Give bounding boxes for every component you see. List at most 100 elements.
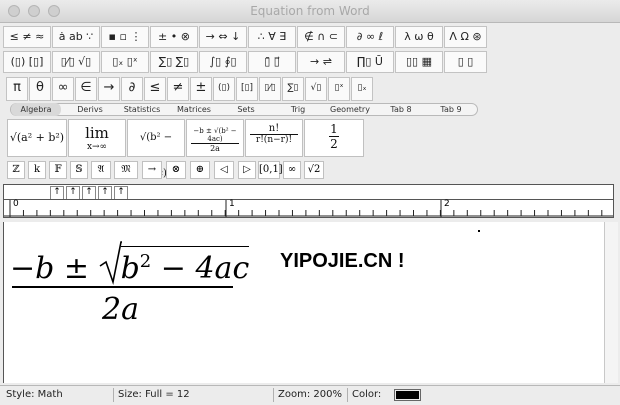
otimes-button[interactable]: ⊗	[166, 161, 186, 179]
vertical-scrollbar[interactable]	[604, 222, 618, 383]
integers-symbol-button[interactable]: ℤ	[7, 161, 25, 179]
fraction-bar	[12, 286, 233, 288]
tab-stop-center-button[interactable]: ↑	[66, 186, 80, 200]
limit-subscript: x→∞	[86, 142, 108, 152]
operators-palette-button[interactable]: ± • ⊗	[150, 26, 198, 48]
equation-plus-minus: ±	[63, 251, 90, 286]
greek-upper-palette-button[interactable]: Λ Ω ⊛	[444, 26, 487, 48]
ruler-minor-ticks	[9, 210, 603, 216]
radical-sign-icon	[99, 241, 122, 286]
equation-editor[interactable]: −b ± b2 − 4ac 2a YIPOJIE.CN !	[3, 222, 604, 383]
integrals-palette-button[interactable]: ∫▯ ∮▯	[199, 51, 247, 73]
brackets-button[interactable]: [▯]	[236, 77, 258, 101]
relations-palette-button[interactable]: ≤ ≠ ≈	[3, 26, 51, 48]
radicand: b2 − 4ac	[120, 246, 250, 286]
combination-numerator: n!	[250, 123, 298, 135]
template-discriminant[interactable]: √(b² − 4ac)	[127, 119, 185, 179]
plus-minus-button[interactable]: ±	[190, 77, 212, 101]
radical-button[interactable]: √▯	[305, 77, 327, 101]
pi-button[interactable]: π	[6, 77, 28, 101]
fraction-button[interactable]: ▯⁄▯	[259, 77, 281, 101]
superscript-button[interactable]: ▯ˣ	[328, 77, 350, 101]
tab-8[interactable]: Tab 8	[378, 103, 424, 116]
ruler: ↑ ↑ ↑ ↑ ↑ 0 1 2	[3, 184, 614, 218]
infinity-button[interactable]: ∞	[52, 77, 74, 101]
parentheses-button[interactable]: (▯)	[213, 77, 235, 101]
maps-to-button[interactable]: →	[142, 161, 162, 179]
partial-button[interactable]: ∂	[121, 77, 143, 101]
embellishments-palette-button[interactable]: ▪ ▫ ⋮	[101, 26, 149, 48]
fractions-radicals-palette-button[interactable]: ▯⁄▯ √▯	[52, 51, 100, 73]
k-symbol-button[interactable]: k	[28, 161, 46, 179]
equation-numerator: −b ± b2 − 4ac	[10, 241, 250, 286]
quick-symbol-row-3: π θ ∞ ∈ → ∂ ≤ ≠ ± (▯) [▯] ▯⁄▯ ∑▯ √▯ ▯ˣ ▯…	[3, 77, 423, 101]
tab-matrices[interactable]: Matrices	[169, 103, 219, 116]
color-swatch-fill	[396, 391, 419, 399]
tab-geometry[interactable]: Geometry	[324, 103, 376, 116]
bars-palette-button[interactable]: ▯̄ ▯⃗	[248, 51, 296, 73]
matrices-palette-button[interactable]: ▯▯ ▦	[395, 51, 443, 73]
tab-stop-relation-button[interactable]: ↑	[98, 186, 112, 200]
misc-symbols-palette-button[interactable]: ∂ ∞ ℓ	[346, 26, 394, 48]
not-equal-button[interactable]: ≠	[167, 77, 189, 101]
subscripts-palette-button[interactable]: ▯ₓ ▯ˣ	[101, 51, 149, 73]
fraktur-m-button[interactable]: 𝔐	[114, 161, 138, 179]
element-of-button[interactable]: ∈	[75, 77, 97, 101]
tab-stop-decimal-button[interactable]: ↑	[114, 186, 128, 200]
one-half-numerator: 1	[329, 122, 339, 137]
tab-algebra[interactable]: Algebra	[11, 103, 61, 116]
template-one-half[interactable]: 1 2	[304, 119, 364, 157]
tab-bar: Algebra Derivs Statistics Matrices Sets …	[10, 103, 478, 116]
boxes-palette-button[interactable]: ▯ ▯	[444, 51, 487, 73]
template-combination[interactable]: n! r!(n−r)!	[245, 119, 303, 157]
labeled-arrows-palette-button[interactable]: → ⇌	[297, 51, 345, 73]
left-triangle-button[interactable]: ◁	[214, 161, 234, 179]
status-separator	[347, 388, 348, 402]
subscript-button[interactable]: ▯ₓ	[351, 77, 373, 101]
equation-b: b	[120, 251, 140, 286]
tab-stop-right-button[interactable]: ↑	[82, 186, 96, 200]
summation-button[interactable]: ∑▯	[282, 77, 304, 101]
arrows-palette-button[interactable]: → ⇔ ↓	[199, 26, 247, 48]
status-bar: Style: Math Size: Full = 12 Zoom: 200% C…	[0, 385, 620, 405]
right-triangle-button[interactable]: ▷	[238, 161, 256, 179]
status-color-label: Color:	[352, 389, 382, 400]
equation-denominator: 2a	[102, 292, 139, 327]
logic-palette-button[interactable]: ∴ ∀ ∃	[248, 26, 296, 48]
less-equal-button[interactable]: ≤	[144, 77, 166, 101]
s-symbol-button[interactable]: 𝕊	[70, 161, 88, 179]
set-theory-palette-button[interactable]: ∉ ∩ ⊂	[297, 26, 345, 48]
symbol-palette-row-1: ≤ ≠ ≈ ȧ ab ∵ ▪ ▫ ⋮ ± • ⊗ → ⇔ ↓ ∴ ∀ ∃ ∉ ∩…	[3, 26, 487, 50]
tab-derivs[interactable]: Derivs	[65, 103, 115, 116]
theta-button[interactable]: θ	[29, 77, 51, 101]
tab-9[interactable]: Tab 9	[426, 103, 476, 116]
tab-stop-left-button[interactable]: ↑	[50, 186, 64, 200]
template-limit[interactable]: lim x→∞	[68, 119, 126, 157]
color-swatch[interactable]	[394, 389, 421, 401]
summations-palette-button[interactable]: ∑▯ ∑▯	[150, 51, 198, 73]
greek-lower-palette-button[interactable]: λ ω θ	[395, 26, 443, 48]
template-hypotenuse[interactable]: √(a² + b²)	[7, 119, 67, 157]
ruler-label-1: 1	[229, 199, 235, 209]
field-symbol-button[interactable]: 𝔽	[49, 161, 67, 179]
status-zoom[interactable]: Zoom: 200%	[278, 389, 342, 400]
infinity-small-button[interactable]: ∞	[283, 161, 301, 179]
tab-statistics[interactable]: Statistics	[116, 103, 168, 116]
template-quadratic-formula[interactable]: −b ± √(b² − 4ac) 2a	[186, 119, 244, 157]
sqrt-two-button[interactable]: √2	[304, 161, 324, 179]
tab-trig[interactable]: Trig	[273, 103, 323, 116]
quadratic-numerator: −b ± √(b² − 4ac)	[191, 127, 239, 144]
ruler-label-0: 0	[13, 199, 19, 209]
limit-text: lim	[85, 124, 109, 142]
tab-sets[interactable]: Sets	[221, 103, 271, 116]
status-separator	[273, 388, 274, 402]
spaces-ellipses-palette-button[interactable]: ȧ ab ∵	[52, 26, 100, 48]
title-bar: Equation from Word	[0, 0, 620, 23]
interval-button[interactable]: [0,1]	[258, 161, 283, 179]
right-arrow-button[interactable]: →	[98, 77, 120, 101]
oplus-button[interactable]: ⊕	[190, 161, 210, 179]
fences-palette-button[interactable]: (▯) [▯]	[3, 51, 51, 73]
equation-radical: b2 − 4ac	[99, 241, 250, 286]
fraktur-a-button[interactable]: 𝔄	[91, 161, 111, 179]
products-palette-button[interactable]: ∏▯ Ū	[346, 51, 394, 73]
